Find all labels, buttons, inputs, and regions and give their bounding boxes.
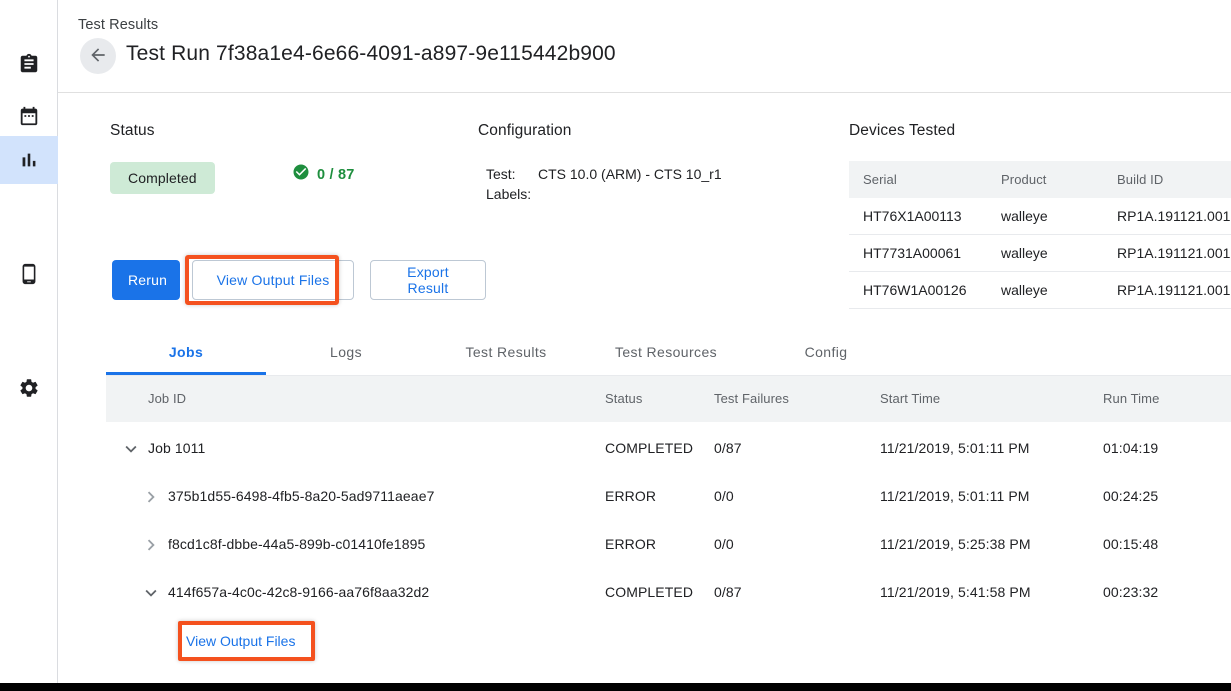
job-start-time: 11/21/2019, 5:01:11 PM (880, 488, 1030, 504)
devices-table-header-row: Serial Product Build ID (849, 161, 1231, 198)
sidebar-item-date-range[interactable] (0, 92, 58, 140)
tab-bar: Jobs Logs Test Results Test Resources Co… (106, 328, 1231, 376)
tab-test-results[interactable]: Test Results (426, 328, 586, 375)
config-row: Labels: (486, 184, 722, 204)
chevron-down-icon[interactable] (140, 582, 162, 609)
jobs-col-status: Status (605, 391, 642, 406)
job-status: COMPLETED (605, 584, 693, 600)
job-failures: 0/87 (714, 440, 742, 456)
app-root: Test Results Test Run 7f38a1e4-6e66-4091… (0, 0, 1231, 691)
jobs-col-test-failures: Test Failures (714, 391, 789, 406)
table-row[interactable]: 375b1d55-6498-4fb5-8a20-5ad9711aeae7 ERR… (106, 473, 1231, 521)
job-start-time: 11/21/2019, 5:01:11 PM (880, 440, 1030, 456)
sidebar (0, 0, 58, 683)
table-row[interactable]: HT7731A00061 walleye RP1A.191121.001 (849, 235, 1231, 272)
jobs-col-start-time: Start Time (880, 391, 940, 406)
config-key: Labels: (486, 184, 538, 204)
job-status: ERROR (605, 488, 656, 504)
view-output-files-link[interactable]: View Output Files (186, 629, 295, 653)
table-row[interactable]: HT76W1A00126 walleye RP1A.191121.001 (849, 272, 1231, 309)
jobs-col-run-time: Run Time (1103, 391, 1159, 406)
tab-config[interactable]: Config (746, 328, 906, 375)
tab-active-indicator (106, 372, 266, 375)
job-run-time: 01:04:19 (1103, 440, 1158, 456)
job-status: ERROR (605, 536, 656, 552)
device-build-id: RP1A.191121.001 (1103, 198, 1231, 235)
sidebar-item-assignment[interactable] (0, 40, 58, 88)
device-product: walleye (987, 235, 1103, 272)
configuration-rows: Test: CTS 10.0 (ARM) - CTS 10_r1 Labels: (486, 164, 722, 204)
table-row[interactable]: Job 1011 COMPLETED 0/87 11/21/2019, 5:01… (106, 425, 1231, 473)
export-result-button[interactable]: Export Result (370, 260, 486, 300)
job-run-time: 00:23:32 (1103, 584, 1158, 600)
job-status: COMPLETED (605, 440, 693, 456)
sidebar-item-devices[interactable] (0, 250, 58, 298)
job-id: 414f657a-4c0c-42c8-9166-aa76f8aa32d2 (168, 584, 429, 600)
arrow-back-icon (88, 45, 108, 68)
phone-icon (18, 263, 40, 285)
devices-table: Serial Product Build ID HT76X1A00113 wal… (849, 161, 1231, 309)
job-id: Job 1011 (148, 440, 205, 456)
rerun-button[interactable]: Rerun (112, 260, 180, 300)
view-output-files-button[interactable]: View Output Files (192, 260, 354, 300)
devices-col-serial: Serial (849, 161, 987, 198)
sidebar-item-settings[interactable] (0, 364, 58, 412)
table-row[interactable]: f8cd1c8f-dbbe-44a5-899b-c01410fe1895 ERR… (106, 521, 1231, 569)
bottom-bar (0, 683, 1231, 691)
device-serial: HT76X1A00113 (849, 198, 987, 235)
breadcrumb[interactable]: Test Results (78, 17, 158, 33)
bar-chart-icon (18, 149, 40, 171)
page-title: Test Run 7f38a1e4-6e66-4091-a897-9e11544… (126, 42, 616, 66)
table-row[interactable]: HT76X1A00113 walleye RP1A.191121.001 (849, 198, 1231, 235)
device-product: walleye (987, 198, 1103, 235)
chevron-right-icon[interactable] (140, 486, 162, 513)
jobs-table-header: Job ID Status Test Failures Start Time R… (106, 376, 1231, 422)
job-failures: 0/87 (714, 584, 742, 600)
pass-count: 0 / 87 (292, 163, 354, 186)
devices-tested-heading: Devices Tested (849, 122, 1231, 140)
config-row: Test: CTS 10.0 (ARM) - CTS 10_r1 (486, 164, 722, 184)
job-failures: 0/0 (714, 536, 734, 552)
config-key: Test: (486, 164, 538, 184)
tab-logs[interactable]: Logs (266, 328, 426, 375)
chevron-right-icon[interactable] (140, 534, 162, 561)
sidebar-item-test-results[interactable] (0, 136, 58, 184)
devices-col-build-id: Build ID (1103, 161, 1231, 198)
device-serial: HT7731A00061 (849, 235, 987, 272)
job-start-time: 11/21/2019, 5:25:38 PM (880, 536, 1031, 552)
job-id: f8cd1c8f-dbbe-44a5-899b-c01410fe1895 (168, 536, 425, 552)
job-id: 375b1d55-6498-4fb5-8a20-5ad9711aeae7 (168, 488, 434, 504)
devices-col-product: Product (987, 161, 1103, 198)
job-start-time: 11/21/2019, 5:41:58 PM (880, 584, 1031, 600)
job-run-time: 00:15:48 (1103, 536, 1158, 552)
chevron-down-icon[interactable] (120, 438, 142, 465)
status-badge: Completed (110, 162, 215, 194)
job-failures: 0/0 (714, 488, 734, 504)
status-heading: Status (110, 122, 155, 140)
page-header: Test Results Test Run 7f38a1e4-6e66-4091… (58, 0, 1231, 93)
jobs-col-job-id: Job ID (148, 391, 186, 406)
gear-icon (18, 377, 40, 399)
calendar-icon (18, 105, 40, 127)
clipboard-icon (18, 53, 40, 75)
configuration-heading: Configuration (478, 122, 572, 140)
config-value: CTS 10.0 (ARM) - CTS 10_r1 (538, 164, 722, 184)
device-build-id: RP1A.191121.001 (1103, 272, 1231, 309)
job-run-time: 00:24:25 (1103, 488, 1158, 504)
tab-test-resources[interactable]: Test Resources (586, 328, 746, 375)
device-build-id: RP1A.191121.001 (1103, 235, 1231, 272)
table-row[interactable]: 414f657a-4c0c-42c8-9166-aa76f8aa32d2 COM… (106, 569, 1231, 617)
tab-jobs[interactable]: Jobs (106, 328, 266, 375)
pass-count-label: 0 / 87 (317, 167, 354, 183)
device-product: walleye (987, 272, 1103, 309)
back-button[interactable] (80, 38, 116, 74)
check-circle-icon (292, 163, 310, 186)
device-serial: HT76W1A00126 (849, 272, 987, 309)
